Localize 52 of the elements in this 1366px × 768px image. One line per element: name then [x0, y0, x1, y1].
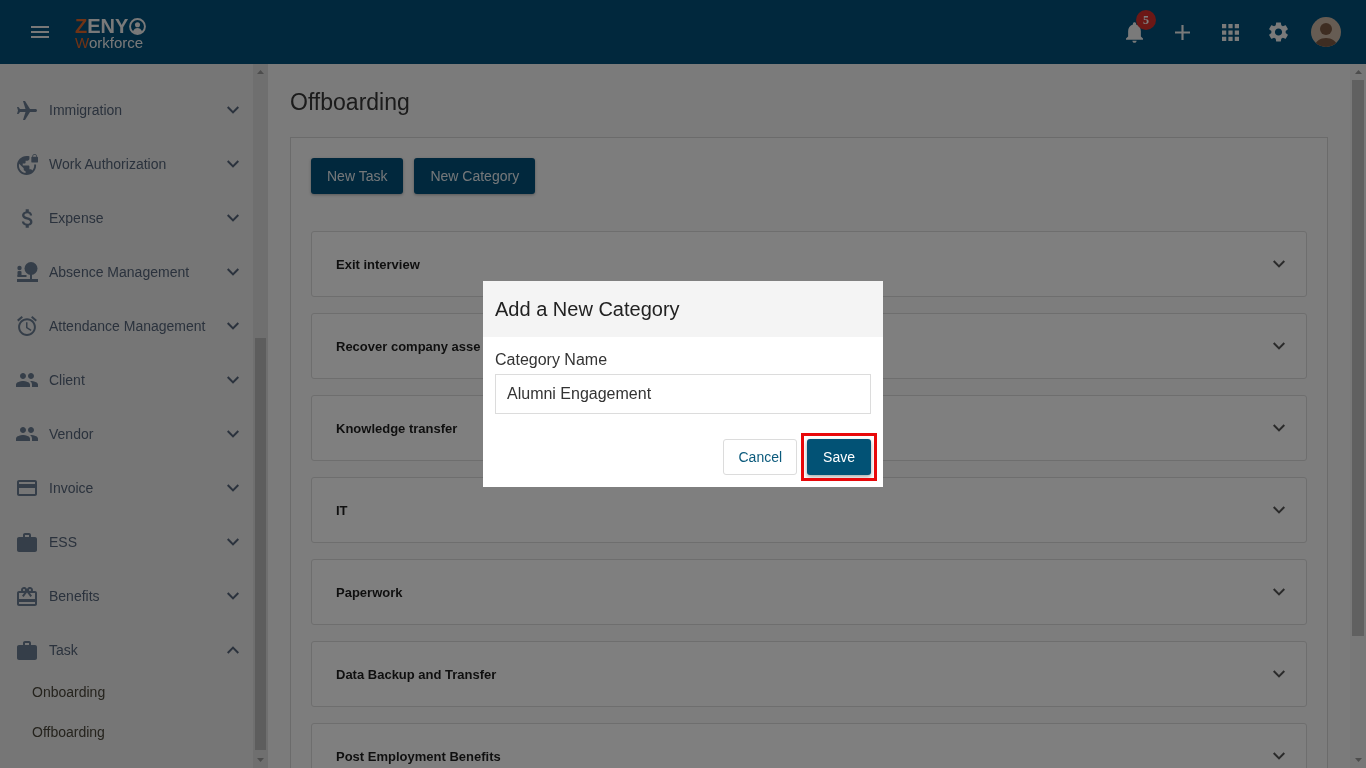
sidebar-item[interactable]: Attendance Management [0, 299, 253, 353]
logo-tagline: Workforce [75, 35, 145, 50]
sidebar-subitem[interactable]: Onboarding [0, 677, 253, 707]
text-field[interactable]: Alumni Engagement [495, 374, 871, 414]
menu-icon[interactable] [31, 26, 49, 38]
scroll-down-arrow-icon[interactable] [1354, 758, 1362, 762]
person-circle-icon [129, 17, 147, 35]
gift-card-icon [17, 586, 37, 606]
person-tree-icon [16, 262, 38, 282]
new-category-button[interactable]: New Category [414, 158, 536, 194]
field-label: Category Name [495, 350, 609, 370]
globe-lock-icon [16, 153, 38, 175]
sidebar-item[interactable]: Task [0, 623, 253, 677]
people-icon [16, 373, 38, 387]
sidebar-item[interactable]: Expense [0, 191, 253, 245]
bell-icon[interactable] [1125, 21, 1143, 43]
plus-icon[interactable] [1174, 24, 1190, 40]
sidebar-item[interactable]: ESS [0, 515, 253, 569]
sidebar-item[interactable]: Absence Management [0, 245, 253, 299]
sidebar-item[interactable]: Immigration [0, 83, 253, 137]
accordion-header[interactable]: Exit interview [311, 231, 1307, 297]
scrollbar-thumb[interactable] [1352, 80, 1364, 636]
accordion-header[interactable]: Paperwork [311, 559, 1307, 625]
sidebar-item[interactable]: Benefits [0, 569, 253, 623]
alarm-clock-icon [17, 316, 37, 336]
logo-text: ZENY [75, 16, 129, 36]
accordion-header[interactable]: Data Backup and Transfer [311, 641, 1307, 707]
dialog-title: Add a New Category [495, 297, 680, 321]
briefcase-icon [17, 640, 37, 660]
scroll-up-arrow-icon[interactable] [1354, 70, 1362, 74]
cancel-button[interactable]: Cancel [723, 439, 798, 475]
sidebar-item[interactable]: Vendor [0, 407, 253, 461]
sidebar-item[interactable]: Invoice [0, 461, 253, 515]
scroll-up-arrow-icon[interactable] [257, 70, 264, 74]
scroll-down-arrow-icon[interactable] [257, 758, 264, 762]
sidebar-subitem[interactable]: Offboarding [0, 717, 253, 747]
accordion-header[interactable]: IT [311, 477, 1307, 543]
airplane-icon [17, 100, 37, 120]
sidebar-item[interactable]: Work Authorization [0, 137, 253, 191]
notification-badge: 5 [1136, 10, 1156, 30]
grid-icon[interactable] [1221, 23, 1239, 41]
people-icon [16, 427, 38, 441]
save-button[interactable]: Save [807, 439, 871, 475]
dollar-icon [20, 208, 34, 228]
credit-card-icon [17, 480, 37, 496]
page-title: Offboarding [290, 88, 410, 116]
sidebar-item[interactable]: Client [0, 353, 253, 407]
user-avatar[interactable] [1311, 17, 1341, 47]
briefcase-icon [17, 532, 37, 552]
new-task-button[interactable]: New Task [311, 158, 404, 194]
settings-icon[interactable] [1268, 22, 1288, 42]
accordion-header[interactable]: Post Employment Benefits [311, 723, 1307, 768]
